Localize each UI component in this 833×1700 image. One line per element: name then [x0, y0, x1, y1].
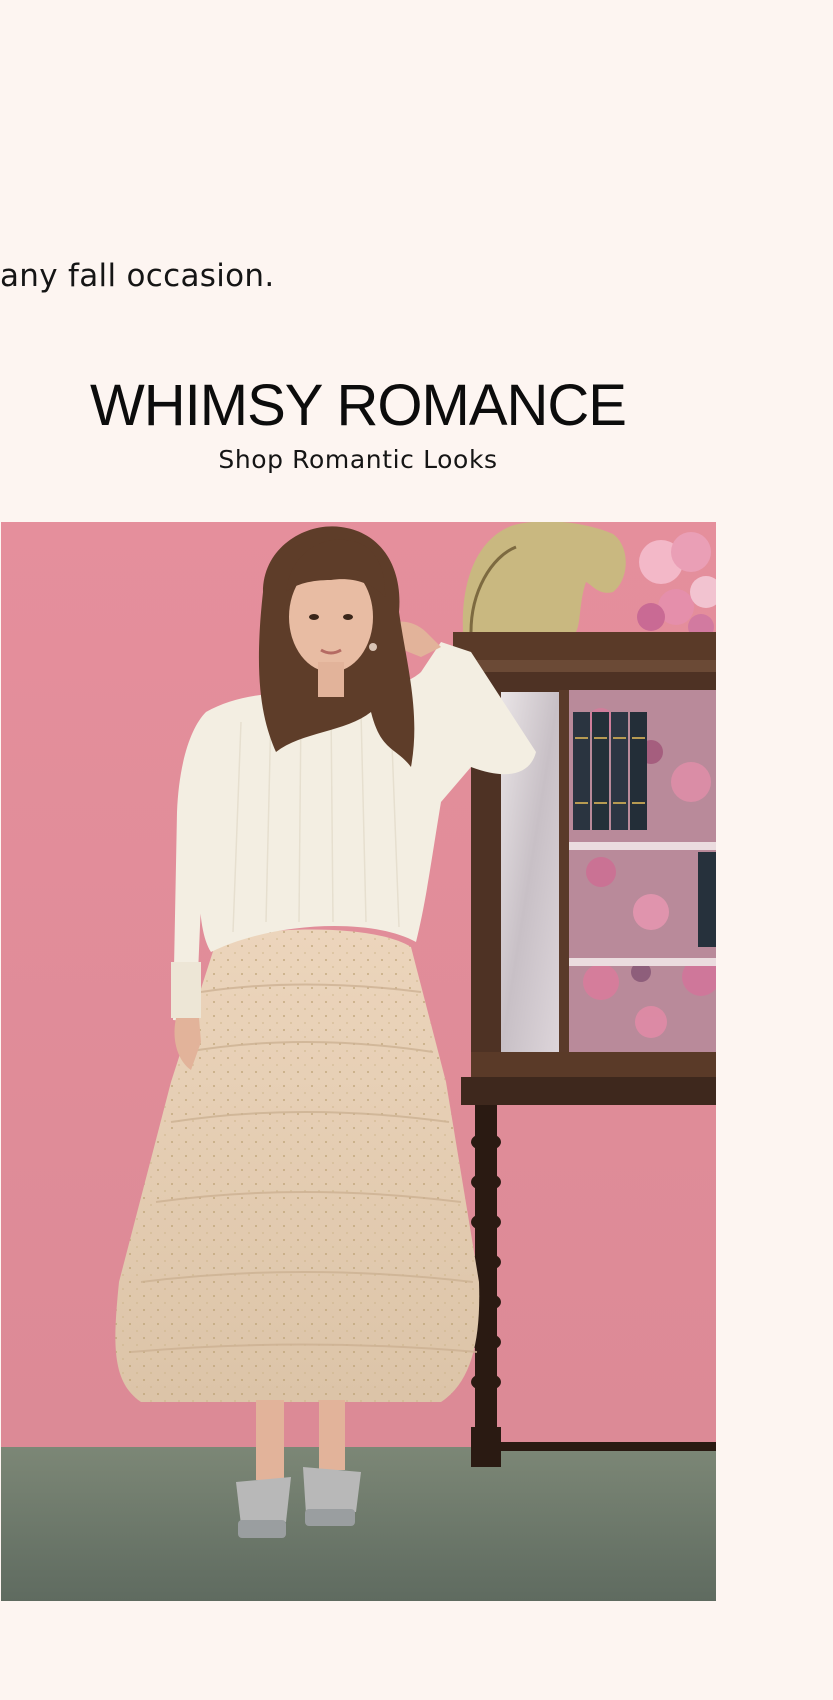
hero-image[interactable]	[1, 522, 716, 1601]
floor	[1, 1447, 716, 1601]
shop-romantic-looks-link[interactable]: Shop Romantic Looks	[0, 445, 716, 474]
intro-text: any fall occasion.	[0, 258, 275, 294]
section-heading: WHIMSY ROMANCE	[90, 373, 627, 438]
